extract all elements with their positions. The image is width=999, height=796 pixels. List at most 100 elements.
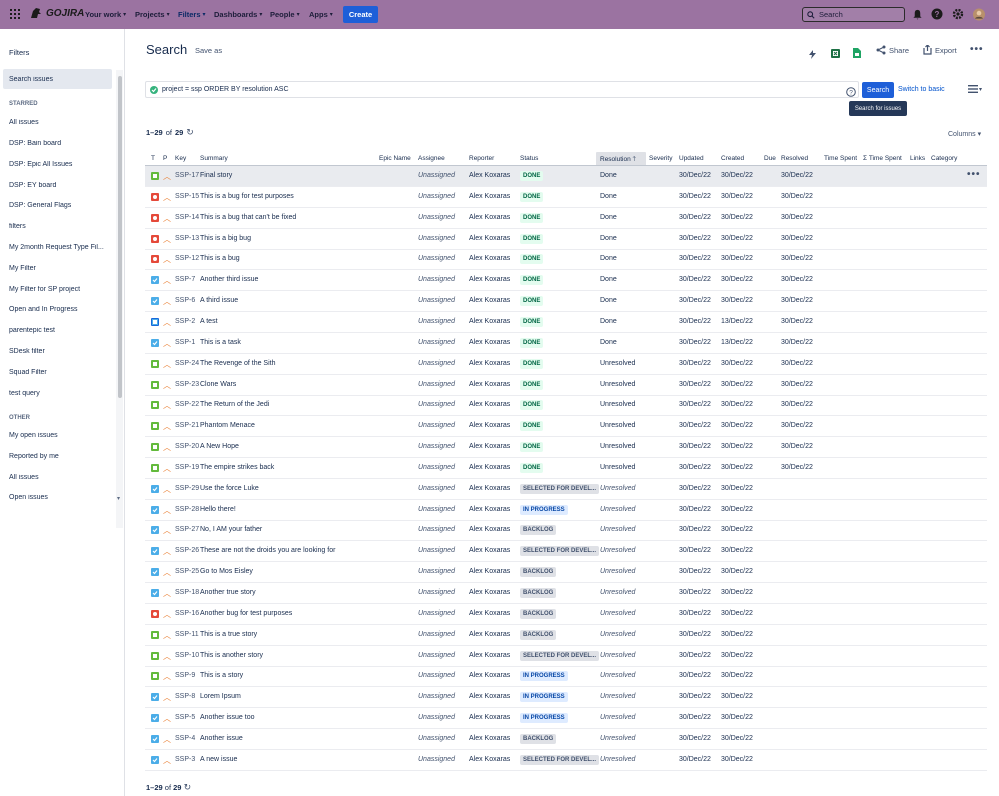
issue-summary-link[interactable]: This is a bug that can't be fixed bbox=[200, 214, 296, 221]
issue-summary-link[interactable]: A third issue bbox=[200, 297, 238, 304]
col-summary[interactable]: Summary bbox=[200, 155, 228, 162]
issue-key-link[interactable]: SSP-14 bbox=[175, 214, 199, 221]
issue-key-link[interactable]: SSP-2 bbox=[175, 318, 195, 325]
table-row[interactable]: ︿ SSP-17 Final story Unassigned Alex Koxaras… bbox=[145, 166, 987, 187]
sidebar-item-starred[interactable]: DSP: Epic All Issues bbox=[9, 161, 113, 168]
issue-summary-link[interactable]: Lorem Ipsum bbox=[200, 693, 241, 700]
issue-summary-link[interactable]: Another issue bbox=[200, 735, 243, 742]
table-row[interactable]: ︿ SSP-13 This is a big bug Unassigned Alex K… bbox=[145, 229, 987, 250]
reporter-cell[interactable]: Alex Koxaras bbox=[469, 297, 510, 304]
issue-key-link[interactable]: SSP-13 bbox=[175, 235, 199, 242]
col-priority[interactable]: P bbox=[163, 155, 167, 162]
issue-summary-link[interactable]: This is a bug bbox=[200, 255, 240, 262]
create-button[interactable]: Create bbox=[343, 6, 378, 23]
col-status[interactable]: Status bbox=[520, 155, 538, 162]
col-type[interactable]: T bbox=[151, 155, 155, 162]
reporter-cell[interactable]: Alex Koxaras bbox=[469, 276, 510, 283]
issue-summary-link[interactable]: This is a big bug bbox=[200, 235, 251, 242]
nav-filters[interactable]: Filters ▾ bbox=[178, 0, 206, 29]
issue-key-link[interactable]: SSP-3 bbox=[175, 756, 195, 763]
switch-to-basic-link[interactable]: Switch to basic bbox=[898, 86, 945, 93]
issue-key-link[interactable]: SSP-9 bbox=[175, 672, 195, 679]
help-circle-icon[interactable]: ? bbox=[846, 84, 856, 102]
issue-summary-link[interactable]: Use the force Luke bbox=[200, 485, 259, 492]
table-row[interactable]: ︿ SSP-11 This is a true story Unassigned Ale… bbox=[145, 625, 987, 646]
table-row[interactable]: ︿ SSP-22 The Return of the Jedi Unassigned A… bbox=[145, 395, 987, 417]
issue-summary-link[interactable]: The empire strikes back bbox=[200, 464, 274, 471]
sidebar-scrollbar-thumb[interactable] bbox=[118, 76, 122, 398]
issue-summary-link[interactable]: The Revenge of the Sith bbox=[200, 360, 276, 367]
sidebar-item-starred[interactable]: filters bbox=[9, 223, 113, 230]
col-epic-name[interactable]: Epic Name bbox=[379, 155, 411, 162]
reporter-cell[interactable]: Alex Koxaras bbox=[469, 610, 510, 617]
reporter-cell[interactable]: Alex Koxaras bbox=[469, 318, 510, 325]
refresh-icon[interactable]: ↻ bbox=[186, 127, 194, 138]
sidebar-item-starred[interactable]: parentepic test bbox=[9, 327, 113, 334]
reporter-cell[interactable]: Alex Koxaras bbox=[469, 547, 510, 554]
issue-key-link[interactable]: SSP-23 bbox=[175, 381, 199, 388]
issue-key-link[interactable]: SSP-21 bbox=[175, 422, 199, 429]
issue-key-link[interactable]: SSP-7 bbox=[175, 276, 195, 283]
sidebar-item-starred[interactable]: test query bbox=[9, 390, 113, 397]
nav-people[interactable]: People ▾ bbox=[270, 0, 300, 29]
issue-key-link[interactable]: SSP-17 bbox=[175, 172, 199, 179]
issue-summary-link[interactable]: Phantom Menace bbox=[200, 422, 255, 429]
user-avatar[interactable] bbox=[973, 8, 985, 20]
sidebar-item-starred[interactable]: My Filter bbox=[9, 265, 113, 272]
issue-summary-link[interactable]: Go to Mos Eisley bbox=[200, 568, 253, 575]
reporter-cell[interactable]: Alex Koxaras bbox=[469, 360, 510, 367]
reporter-cell[interactable]: Alex Koxaras bbox=[469, 339, 510, 346]
col-reporter[interactable]: Reporter bbox=[469, 155, 494, 162]
sidebar-item-starred[interactable]: All issues bbox=[9, 119, 113, 126]
reporter-cell[interactable]: Alex Koxaras bbox=[469, 631, 510, 638]
issue-key-link[interactable]: SSP-12 bbox=[175, 255, 199, 262]
col-resolved[interactable]: Resolved bbox=[781, 155, 808, 162]
table-row[interactable]: ︿ SSP-1 This is a task Unassigned Alex Koxar… bbox=[145, 333, 987, 354]
sidebar-item-other[interactable]: All issues bbox=[9, 474, 113, 481]
issue-summary-link[interactable]: This is another story bbox=[200, 652, 263, 659]
issue-key-link[interactable]: SSP-15 bbox=[175, 193, 199, 200]
reporter-cell[interactable]: Alex Koxaras bbox=[469, 735, 510, 742]
reporter-cell[interactable]: Alex Koxaras bbox=[469, 693, 510, 700]
issue-key-link[interactable]: SSP-10 bbox=[175, 652, 199, 659]
table-row[interactable]: ︿ SSP-2 A test Unassigned Alex Koxaras DONE Do… bbox=[145, 312, 987, 333]
table-row[interactable]: ︿ SSP-4 Another issue Unassigned Alex Koxara… bbox=[145, 729, 987, 750]
reporter-cell[interactable]: Alex Koxaras bbox=[469, 485, 510, 492]
issue-summary-link[interactable]: This is a true story bbox=[200, 631, 257, 638]
issue-key-link[interactable]: SSP-5 bbox=[175, 714, 195, 721]
col-category[interactable]: Category bbox=[931, 155, 957, 162]
issue-key-link[interactable]: SSP-20 bbox=[175, 443, 199, 450]
reporter-cell[interactable]: Alex Koxaras bbox=[469, 172, 510, 179]
issue-key-link[interactable]: SSP-18 bbox=[175, 589, 199, 596]
issue-key-link[interactable]: SSP-24 bbox=[175, 360, 199, 367]
col-links[interactable]: Links bbox=[910, 155, 925, 162]
table-row[interactable]: ︿ SSP-24 The Revenge of the Sith Unassigned… bbox=[145, 354, 987, 375]
notifications-icon[interactable] bbox=[911, 8, 923, 20]
table-row[interactable]: ︿ SSP-3 A new issue Unassigned Alex Koxaras S… bbox=[145, 750, 987, 771]
more-actions-icon[interactable]: ••• bbox=[970, 44, 984, 55]
sidebar-item-starred[interactable]: DSP: Bain board bbox=[9, 140, 113, 147]
search-button[interactable]: Search bbox=[862, 82, 894, 98]
issue-summary-link[interactable]: Final story bbox=[200, 172, 232, 179]
issue-key-link[interactable]: SSP-19 bbox=[175, 464, 199, 471]
sidebar-item-starred[interactable]: SDesk filter bbox=[9, 348, 113, 355]
sidebar-item-starred[interactable]: DSP: General Flags bbox=[9, 202, 113, 209]
issue-key-link[interactable]: SSP-4 bbox=[175, 735, 195, 742]
col-time-spent[interactable]: Time Spent bbox=[824, 155, 857, 162]
issue-key-link[interactable]: SSP-22 bbox=[175, 401, 199, 408]
issue-key-link[interactable]: SSP-8 bbox=[175, 693, 195, 700]
reporter-cell[interactable]: Alex Koxaras bbox=[469, 464, 510, 471]
table-row[interactable]: ︿ SSP-10 This is another story Unassigned Al… bbox=[145, 646, 987, 667]
app-switcher-icon[interactable] bbox=[10, 9, 20, 19]
issue-summary-link[interactable]: Another bug for test purposes bbox=[200, 610, 292, 617]
reporter-cell[interactable]: Alex Koxaras bbox=[469, 756, 510, 763]
col-created[interactable]: Created bbox=[721, 155, 744, 162]
col-updated[interactable]: Updated bbox=[679, 155, 704, 162]
issue-summary-link[interactable]: Another third issue bbox=[200, 276, 258, 283]
table-row[interactable]: ︿ SSP-8 Lorem Ipsum Unassigned Alex Koxaras I… bbox=[145, 687, 987, 709]
issue-summary-link[interactable]: The Return of the Jedi bbox=[200, 401, 269, 408]
nav-your-work[interactable]: Your work ▾ bbox=[85, 0, 126, 29]
reporter-cell[interactable]: Alex Koxaras bbox=[469, 401, 510, 408]
share-button[interactable]: Share bbox=[876, 45, 909, 55]
issue-summary-link[interactable]: A test bbox=[200, 318, 218, 325]
